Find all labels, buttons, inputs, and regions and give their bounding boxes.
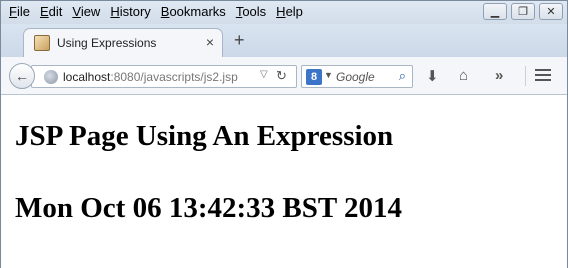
tab-title: Using Expressions (57, 36, 157, 50)
tab-using-expressions[interactable]: Using Expressions × (23, 28, 223, 57)
tab-strip: Using Expressions × + (1, 24, 567, 57)
google-engine-icon[interactable]: 8 (306, 69, 322, 85)
menu-icon[interactable] (535, 69, 551, 84)
menu-view[interactable]: View (72, 4, 100, 19)
menu-file[interactable]: File (9, 4, 30, 19)
globe-icon (44, 70, 58, 84)
overflow-icon[interactable]: » (495, 67, 503, 84)
new-tab-button[interactable]: + (234, 30, 245, 51)
toolbar-divider (525, 66, 526, 86)
date-output: Mon Oct 06 13:42:33 BST 2014 (15, 192, 402, 224)
menu-history[interactable]: History (110, 4, 150, 19)
reload-icon[interactable]: ↻ (276, 68, 287, 84)
browser-window: File Edit View History Bookmarks Tools H… (0, 0, 568, 268)
menu-help[interactable]: Help (276, 4, 303, 19)
favicon-icon (34, 35, 50, 51)
home-icon[interactable]: ⌂ (459, 67, 468, 84)
search-engine-dropdown-icon[interactable]: ▼ (324, 70, 333, 80)
menu-bar: File Edit View History Bookmarks Tools H… (1, 1, 567, 24)
search-icon[interactable]: ⌕ (399, 68, 406, 84)
page-content: JSP Page Using An Expression Mon Oct 06 … (1, 96, 567, 268)
menu-edit[interactable]: Edit (40, 4, 62, 19)
search-placeholder: Google (336, 70, 375, 84)
search-bar[interactable]: 8 ▼ Google ⌕ (301, 65, 413, 88)
tab-close-icon[interactable]: × (206, 34, 214, 50)
close-window-button[interactable]: ✕ (539, 3, 563, 20)
url-history-dropdown-icon[interactable]: ▽ (260, 69, 268, 80)
restore-button[interactable]: ❐ (511, 3, 535, 20)
page-heading: JSP Page Using An Expression (15, 120, 394, 152)
menu-bookmarks[interactable]: Bookmarks (161, 4, 226, 19)
download-icon[interactable]: ⬇ (426, 67, 439, 85)
url-bar[interactable]: localhost:8080/javascripts/js2.jsp ▽ ↻ (31, 65, 297, 88)
url-text[interactable]: localhost:8080/javascripts/js2.jsp (63, 70, 238, 84)
back-button[interactable]: ← (9, 63, 35, 89)
menu: File Edit View History Bookmarks Tools H… (9, 4, 313, 19)
menu-tools[interactable]: Tools (236, 4, 266, 19)
back-arrow-icon: ← (15, 68, 29, 84)
window-controls: ▁ ❐ ✕ (483, 3, 563, 20)
minimize-button[interactable]: ▁ (483, 3, 507, 20)
navigation-bar: localhost:8080/javascripts/js2.jsp ▽ ↻ ←… (1, 57, 567, 95)
